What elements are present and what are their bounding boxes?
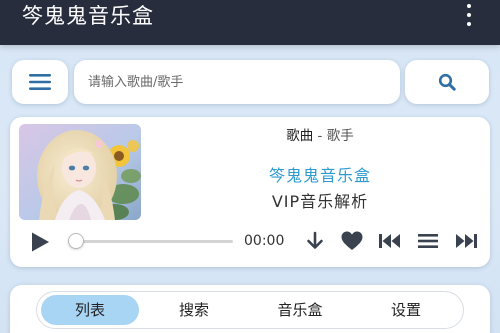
album-cover-image <box>19 124 141 220</box>
playlist-name: 笒鬼鬼音乐盒 <box>268 166 371 185</box>
play-button[interactable] <box>29 231 51 257</box>
song-artist: 歌手 <box>326 128 354 144</box>
song-separator: - <box>313 128 327 144</box>
download-icon <box>307 231 323 249</box>
tab-list[interactable]: 列表 <box>41 295 139 325</box>
app-title: 笒鬼鬼音乐盒 <box>22 4 154 28</box>
player-card: 歌曲 - 歌手 笒鬼鬼音乐盒 VIP音乐解析 00:00 <box>10 117 490 267</box>
search-button[interactable] <box>405 60 489 104</box>
hamburger-icon <box>29 74 51 90</box>
tabs-card: 列表 搜索 音乐盒 设置 <box>10 285 490 333</box>
more-vertical-icon[interactable] <box>462 4 476 26</box>
menu-dot <box>467 22 471 26</box>
tab-search[interactable]: 搜索 <box>145 295 243 325</box>
sidebar-menu-button[interactable] <box>12 60 68 104</box>
progress-slider-thumb[interactable] <box>68 233 84 249</box>
menu-dot <box>467 13 471 17</box>
tab-bar: 列表 搜索 音乐盒 设置 <box>36 291 464 329</box>
search-input[interactable] <box>74 60 400 104</box>
player-subtitle: VIP音乐解析 <box>271 192 369 211</box>
album-cover <box>19 124 141 220</box>
song-title: 歌曲 <box>286 128 314 144</box>
search-icon <box>438 73 456 91</box>
search-box <box>74 60 400 104</box>
app-header: 笒鬼鬼音乐盒 <box>0 0 500 45</box>
download-button[interactable] <box>305 231 325 255</box>
tab-music-box[interactable]: 音乐盒 <box>251 295 349 325</box>
menu-dot <box>467 4 471 8</box>
tab-settings[interactable]: 设置 <box>357 295 455 325</box>
next-button[interactable] <box>454 231 478 255</box>
favorite-button[interactable] <box>341 231 363 255</box>
playlist-button[interactable] <box>417 231 439 255</box>
heart-icon <box>341 231 363 250</box>
progress-track[interactable] <box>70 240 233 243</box>
skip-next-icon <box>456 234 477 248</box>
skip-previous-icon <box>379 234 400 248</box>
list-icon <box>418 234 438 248</box>
current-time: 00:00 <box>244 233 285 249</box>
play-icon <box>32 232 49 252</box>
song-info: 歌曲 - 歌手 <box>150 127 490 145</box>
previous-button[interactable] <box>378 231 402 255</box>
